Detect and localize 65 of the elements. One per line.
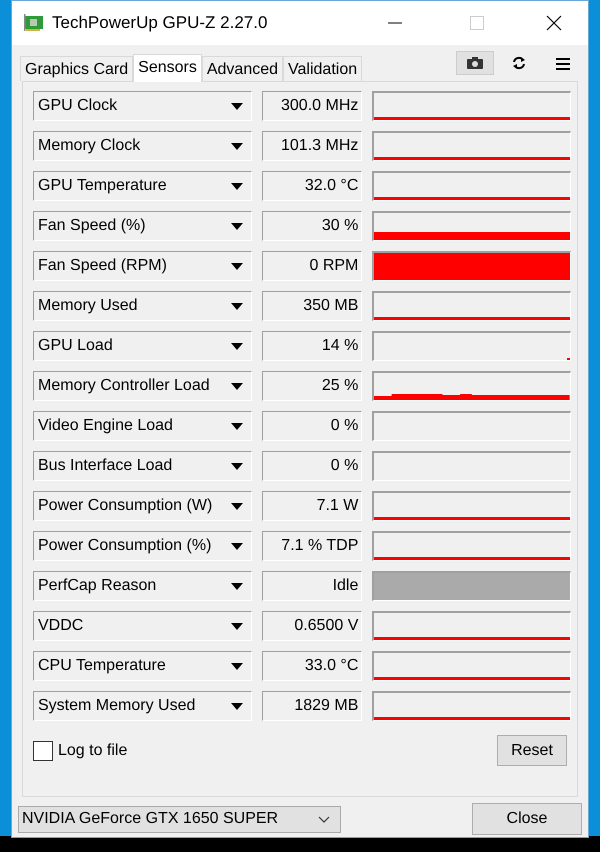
sensor-dropdown[interactable]: GPU Clock [33, 91, 252, 121]
sensor-value: 0 % [262, 411, 362, 441]
tab[interactable]: Sensors [133, 54, 202, 82]
sensor-value: 0 RPM [262, 251, 362, 281]
sensor-dropdown[interactable]: Memory Clock [33, 131, 252, 161]
camera-icon [467, 57, 483, 69]
graphics-card-icon [24, 14, 44, 32]
sensor-dropdown[interactable]: Memory Controller Load [33, 371, 252, 401]
gpu-select[interactable]: NVIDIA GeForce GTX 1650 SUPER [18, 806, 341, 832]
camera-button[interactable] [456, 51, 494, 75]
caret-icon [230, 702, 243, 710]
close-icon[interactable] [546, 15, 562, 31]
caret-icon [230, 622, 243, 630]
caret-icon [230, 462, 243, 470]
sensor-value: 1829 MB [262, 691, 362, 721]
sensor-value: 30 % [262, 211, 362, 241]
sensor-value: 0 % [262, 451, 362, 481]
tab[interactable]: Graphics Card [20, 56, 134, 81]
caret-icon [230, 502, 243, 510]
sensor-value: 0.6500 V [262, 611, 362, 641]
sensor-value: 32.0 °C [262, 171, 362, 201]
caret-icon [230, 582, 243, 590]
caret-icon [230, 422, 243, 430]
caret-icon [230, 302, 243, 310]
sensor-value: 25 % [262, 371, 362, 401]
caret-icon [230, 182, 243, 190]
sensor-dropdown[interactable]: Power Consumption (W) [33, 491, 252, 521]
sensor-value: 7.1 W [262, 491, 362, 521]
sensor-dropdown[interactable]: Bus Interface Load [33, 451, 252, 481]
close-button[interactable]: Close [472, 803, 582, 835]
sensor-dropdown[interactable]: Fan Speed (%) [33, 211, 252, 241]
sensor-dropdown[interactable]: VDDC [33, 611, 252, 641]
checkbox-label: Log to file [58, 742, 128, 760]
caret-icon [230, 142, 243, 150]
caret-icon [230, 662, 243, 670]
caret-icon [230, 262, 243, 270]
caret-icon [230, 342, 243, 350]
refresh-icon[interactable] [512, 56, 526, 70]
sensor-value: 350 MB [262, 291, 362, 321]
checkbox[interactable] [33, 740, 53, 760]
sensor-value: 300.0 MHz [262, 91, 362, 121]
caret-icon [230, 542, 243, 550]
sensor-dropdown[interactable]: System Memory Used [33, 691, 252, 721]
chevron-icon [318, 816, 330, 822]
sensor-dropdown[interactable]: Fan Speed (RPM) [33, 251, 252, 281]
sensor-dropdown[interactable]: PerfCap Reason [33, 571, 252, 601]
caret-icon [230, 222, 243, 230]
sensor-value: Idle [262, 571, 362, 601]
sensor-value: 101.3 MHz [262, 131, 362, 161]
sensor-dropdown[interactable]: Video Engine Load [33, 411, 252, 441]
sensor-dropdown[interactable]: CPU Temperature [33, 651, 252, 681]
sensor-value: 14 % [262, 331, 362, 361]
reset-button[interactable]: Reset [497, 735, 567, 766]
tab[interactable]: Validation [283, 56, 362, 81]
caret-icon [230, 102, 243, 110]
window-title: TechPowerUp GPU-Z 2.27.0 [52, 13, 268, 33]
menu-icon[interactable] [556, 58, 570, 70]
sensor-dropdown[interactable]: GPU Load [33, 331, 252, 361]
sensor-dropdown[interactable]: Memory Used [33, 291, 252, 321]
sensor-value: 33.0 °C [262, 651, 362, 681]
tab[interactable]: Advanced [202, 56, 284, 81]
sensor-dropdown[interactable]: GPU Temperature [33, 171, 252, 201]
sensor-value: 7.1 % TDP [262, 531, 362, 561]
sensor-dropdown[interactable]: Power Consumption (%) [33, 531, 252, 561]
caret-icon [230, 382, 243, 390]
